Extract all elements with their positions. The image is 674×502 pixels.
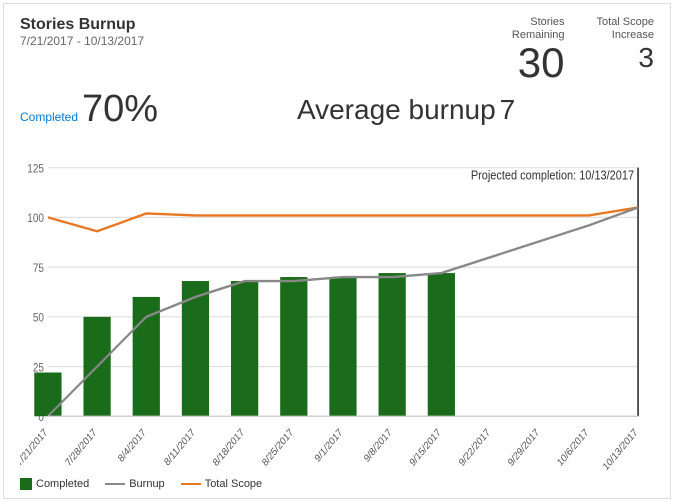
stories-remaining-block: StoriesRemaining 30 [512,16,565,84]
average-burnup-metric: Average burnup 7 [297,94,515,126]
svg-text:50: 50 [33,312,44,325]
svg-text:7/21/2017: 7/21/2017 [20,427,50,469]
svg-text:75: 75 [33,262,44,275]
legend-completed-label: Completed [36,478,89,490]
svg-text:9/8/2017: 9/8/2017 [362,427,394,465]
metrics-row: Completed 70% Average burnup 7 [20,88,654,131]
completed-metric: Completed 70% [20,88,158,131]
legend-scope-icon [181,483,201,485]
total-scope-block: Total ScopeIncrease 3 [597,16,654,74]
svg-text:8/4/2017: 8/4/2017 [116,427,148,465]
legend-completed: Completed [20,478,89,490]
legend-burnup-label: Burnup [129,478,164,490]
chart-legend: Completed Burnup Total Scope [20,478,654,490]
card-title: Stories Burnup [20,16,144,34]
card-header: Stories Burnup 7/21/2017 - 10/13/2017 St… [20,16,654,84]
burnup-chart: 0255075100125Projected completion: 10/13… [20,139,654,474]
svg-text:8/18/2017: 8/18/2017 [211,427,246,469]
svg-text:9/15/2017: 9/15/2017 [408,427,443,469]
card-subtitle: 7/21/2017 - 10/13/2017 [20,34,144,48]
svg-text:7/28/2017: 7/28/2017 [64,427,99,469]
svg-text:Projected completion: 10/13/20: Projected completion: 10/13/2017 [471,168,634,183]
average-burnup-label: Average burnup [297,94,496,125]
stories-remaining-value: 30 [512,42,565,84]
svg-text:125: 125 [27,163,44,176]
average-burnup-value: 7 [500,94,516,125]
svg-text:100: 100 [27,213,44,226]
header-right: StoriesRemaining 30 Total ScopeIncrease … [512,16,654,84]
svg-text:8/11/2017: 8/11/2017 [163,427,198,469]
stories-burnup-card: Stories Burnup 7/21/2017 - 10/13/2017 St… [3,3,671,499]
total-scope-label: Total ScopeIncrease [597,16,654,42]
completed-pct: 70% [82,88,158,131]
svg-text:9/22/2017: 9/22/2017 [457,427,492,469]
legend-scope: Total Scope [181,478,262,490]
chart-container: 0255075100125Projected completion: 10/13… [20,139,654,474]
svg-text:8/25/2017: 8/25/2017 [260,427,295,469]
svg-text:10/6/2017: 10/6/2017 [556,427,591,469]
completed-label: Completed [20,110,78,124]
total-scope-value: 3 [597,42,654,74]
legend-completed-icon [20,478,32,490]
svg-text:10/13/2017: 10/13/2017 [601,427,640,473]
legend-burnup: Burnup [105,478,164,490]
legend-burnup-icon [105,483,125,485]
legend-scope-label: Total Scope [205,478,262,490]
svg-text:9/1/2017: 9/1/2017 [313,427,345,465]
svg-text:9/29/2017: 9/29/2017 [506,427,541,469]
header-left: Stories Burnup 7/21/2017 - 10/13/2017 [20,16,144,48]
